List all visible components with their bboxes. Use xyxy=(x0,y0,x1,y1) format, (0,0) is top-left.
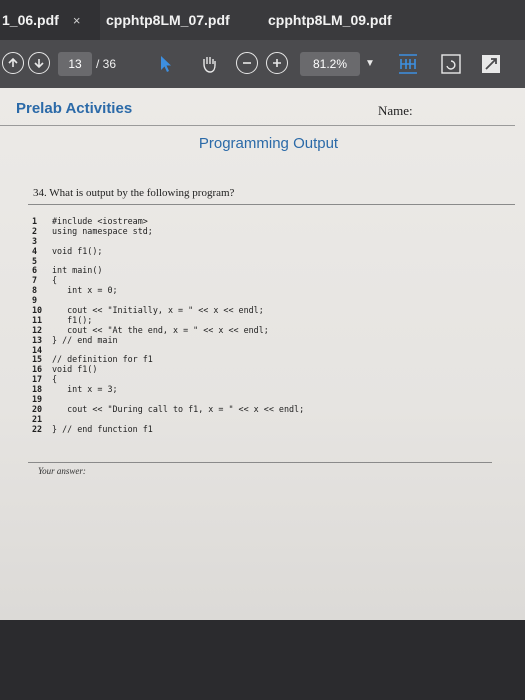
hand-tool-icon[interactable] xyxy=(195,50,223,78)
code-text: { xyxy=(52,275,58,286)
zoom-out-icon[interactable] xyxy=(236,52,258,74)
line-number: 16 xyxy=(32,364,43,375)
page-down-icon[interactable] xyxy=(28,52,50,74)
line-number: 17 xyxy=(32,374,43,385)
code-text: cout << "Initially, x = " << x << endl; xyxy=(52,305,264,316)
line-number: 10 xyxy=(32,305,43,316)
answer-label: Your answer: xyxy=(38,466,86,476)
line-number: 7 xyxy=(32,275,38,286)
line-number: 15 xyxy=(32,354,43,365)
document-viewport[interactable]: Prelab Activities Name: Programming Outp… xyxy=(0,88,525,700)
line-number: 21 xyxy=(32,413,43,424)
tab-document-07[interactable]: cpphtp8LM_07.pdf xyxy=(100,0,250,40)
tab-document-06[interactable]: 1_06.pdf × xyxy=(0,0,100,40)
page-total: / 36 xyxy=(96,57,117,71)
name-label: Name: xyxy=(378,103,413,118)
divider xyxy=(28,204,515,205)
tab-label: 1_06.pdf xyxy=(2,12,59,28)
code-text: #include <iostream> xyxy=(52,216,148,226)
code-text: using namespace std; xyxy=(52,225,153,236)
line-number: 1 xyxy=(32,216,38,226)
code-text: int x = 0; xyxy=(52,285,118,296)
line-number: 18 xyxy=(32,384,43,395)
code-text: // definition for f1 xyxy=(52,354,153,365)
close-tab-icon[interactable]: × xyxy=(73,13,81,28)
page-up-icon[interactable] xyxy=(2,52,24,74)
fullscreen-icon[interactable] xyxy=(477,50,505,78)
code-text: } // end function f1 xyxy=(52,423,153,434)
code-text: { xyxy=(52,374,58,385)
code-text: int x = 3; xyxy=(52,384,118,395)
line-number: 14 xyxy=(32,344,43,355)
line-number: 2 xyxy=(32,225,38,236)
rotate-page-icon[interactable] xyxy=(437,50,465,78)
code-text: int main() xyxy=(52,265,103,276)
line-number: 12 xyxy=(32,324,43,335)
line-number: 11 xyxy=(32,314,43,325)
zoom-level-select[interactable]: 81.2% xyxy=(300,52,360,76)
tab-label: cpphtp8LM_09.pdf xyxy=(268,12,392,28)
section-title: Prelab Activities xyxy=(16,100,133,117)
line-number: 3 xyxy=(32,235,38,246)
line-number: 19 xyxy=(32,394,43,405)
select-cursor-icon[interactable] xyxy=(152,50,180,78)
line-number: 4 xyxy=(32,245,38,256)
code-text: cout << "During call to f1, x = " << x <… xyxy=(52,403,305,414)
fit-width-icon[interactable] xyxy=(394,50,422,78)
code-text: void f1(); xyxy=(52,245,103,256)
line-number: 5 xyxy=(32,255,38,266)
line-number: 20 xyxy=(32,403,43,414)
line-number: 8 xyxy=(32,285,38,296)
tab-label: cpphtp8LM_07.pdf xyxy=(106,12,230,28)
code-text: void f1() xyxy=(52,364,98,375)
page-number-input[interactable]: 13 xyxy=(58,52,92,76)
line-number: 9 xyxy=(32,295,38,306)
tab-bar: 1_06.pdf × cpphtp8LM_07.pdf cpphtp8LM_09… xyxy=(0,0,525,40)
pdf-toolbar: 13 / 36 81.2% ▼ xyxy=(0,40,525,88)
chevron-down-icon[interactable]: ▼ xyxy=(365,58,375,69)
zoom-in-icon[interactable] xyxy=(266,52,288,74)
divider xyxy=(0,125,515,126)
line-number: 6 xyxy=(32,265,38,276)
code-text: cout << "At the end, x = " << x << endl; xyxy=(52,324,269,335)
code-text: f1(); xyxy=(52,314,93,325)
question-text: 34. What is output by the following prog… xyxy=(33,187,235,199)
tab-document-09[interactable]: cpphtp8LM_09.pdf xyxy=(250,0,525,40)
pdf-page: Prelab Activities Name: Programming Outp… xyxy=(0,88,525,620)
page-heading: Programming Output xyxy=(198,135,339,152)
line-number: 13 xyxy=(32,334,43,345)
divider xyxy=(28,462,492,463)
line-number: 22 xyxy=(32,423,43,434)
code-text: } // end main xyxy=(52,334,118,345)
